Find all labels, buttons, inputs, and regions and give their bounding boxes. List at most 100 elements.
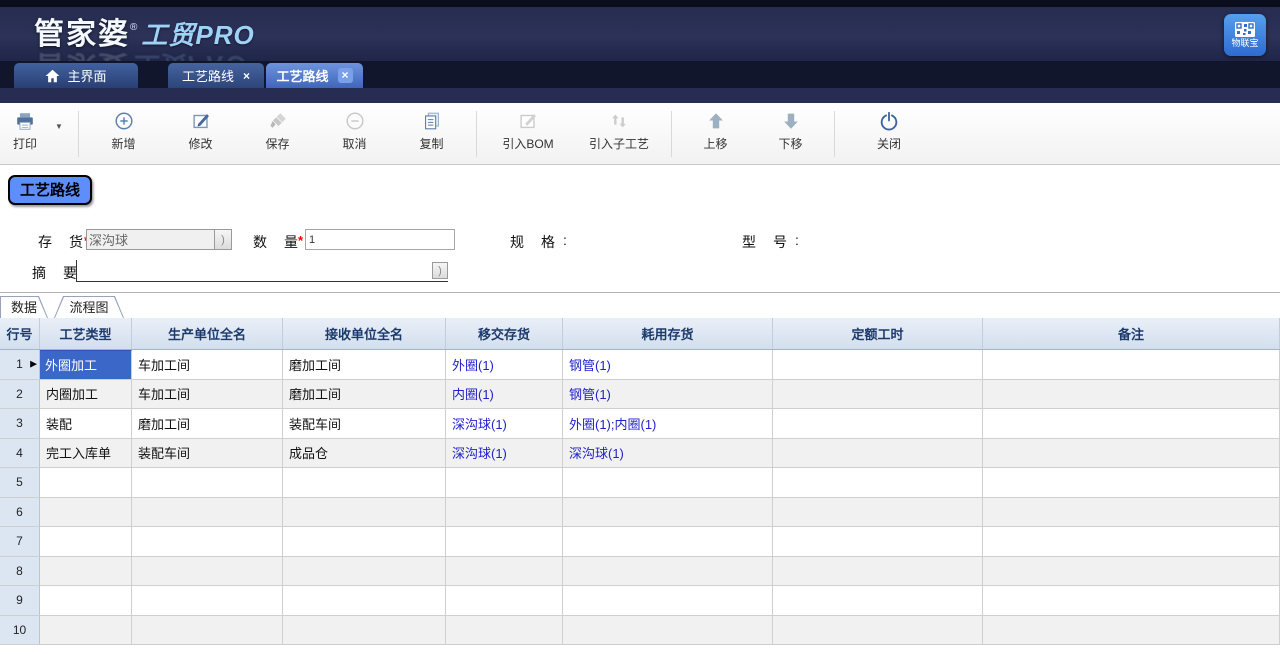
table-cell[interactable] <box>446 586 563 616</box>
table-cell[interactable]: 钢管(1) <box>563 350 773 380</box>
table-cell[interactable] <box>283 498 446 528</box>
import-bom-button[interactable]: 引入BOM <box>483 103 573 164</box>
table-cell[interactable] <box>40 468 132 498</box>
table-cell[interactable] <box>983 527 1280 557</box>
tab-main-screen[interactable]: 主界面 <box>14 63 138 88</box>
table-cell[interactable]: 外圈(1);内圈(1) <box>563 409 773 439</box>
save-button[interactable]: 保存 <box>239 103 316 164</box>
table-cell[interactable] <box>446 498 563 528</box>
table-cell[interactable] <box>983 616 1280 646</box>
row-number-cell[interactable]: 4 <box>0 439 40 469</box>
lookup-icon[interactable]: ) <box>432 262 448 279</box>
table-cell[interactable] <box>40 498 132 528</box>
quantity-input[interactable] <box>306 231 454 250</box>
table-cell[interactable] <box>773 380 983 410</box>
table-cell[interactable] <box>983 557 1280 587</box>
subtab-data[interactable]: 数据 <box>0 296 48 318</box>
table-cell[interactable] <box>40 557 132 587</box>
table-cell[interactable]: 深沟球(1) <box>563 439 773 469</box>
table-cell[interactable] <box>563 616 773 646</box>
table-cell[interactable] <box>983 350 1280 380</box>
table-cell[interactable] <box>40 616 132 646</box>
summary-input[interactable] <box>77 264 432 281</box>
table-cell[interactable] <box>563 586 773 616</box>
table-cell[interactable] <box>773 468 983 498</box>
table-cell[interactable]: 车加工间 <box>132 380 283 410</box>
table-cell[interactable] <box>132 468 283 498</box>
table-cell[interactable] <box>132 498 283 528</box>
table-cell[interactable] <box>563 527 773 557</box>
table-cell[interactable] <box>283 468 446 498</box>
table-cell[interactable] <box>132 586 283 616</box>
table-cell[interactable] <box>563 498 773 528</box>
table-cell[interactable] <box>446 468 563 498</box>
row-number-cell[interactable]: 2 <box>0 380 40 410</box>
table-cell[interactable]: 深沟球(1) <box>446 409 563 439</box>
row-number-cell[interactable]: 8 <box>0 557 40 587</box>
print-dropdown-arrow[interactable]: ▼ <box>46 103 72 164</box>
row-number-cell[interactable]: 10 <box>0 616 40 646</box>
table-cell[interactable] <box>983 498 1280 528</box>
table-cell[interactable]: 成品仓 <box>283 439 446 469</box>
table-cell[interactable]: 外圈(1) <box>446 350 563 380</box>
table-cell[interactable] <box>446 557 563 587</box>
table-cell[interactable]: 外圈加工 <box>40 350 132 380</box>
subtab-flowchart[interactable]: 流程图 <box>54 296 124 318</box>
table-cell[interactable] <box>132 557 283 587</box>
table-cell[interactable]: 钢管(1) <box>563 380 773 410</box>
table-cell[interactable] <box>773 409 983 439</box>
close-tab-icon[interactable]: × <box>243 69 250 83</box>
iot-treasure-button[interactable]: 物联宝 <box>1224 14 1266 56</box>
inventory-input[interactable] <box>87 230 214 249</box>
table-cell[interactable] <box>283 586 446 616</box>
table-cell[interactable] <box>40 586 132 616</box>
table-cell[interactable] <box>563 468 773 498</box>
table-cell[interactable] <box>983 409 1280 439</box>
table-cell[interactable]: 磨加工间 <box>283 380 446 410</box>
copy-button[interactable]: 复制 <box>393 103 470 164</box>
close-tab-icon[interactable]: × <box>338 68 353 83</box>
row-number-cell[interactable]: 5 <box>0 468 40 498</box>
table-cell[interactable] <box>132 616 283 646</box>
table-cell[interactable]: 内圈加工 <box>40 380 132 410</box>
table-cell[interactable] <box>446 616 563 646</box>
table-cell[interactable] <box>983 468 1280 498</box>
table-cell[interactable]: 装配 <box>40 409 132 439</box>
table-cell[interactable]: 磨加工间 <box>132 409 283 439</box>
table-cell[interactable] <box>773 439 983 469</box>
table-cell[interactable] <box>773 527 983 557</box>
import-sub-process-button[interactable]: 引入子工艺 <box>573 103 665 164</box>
table-cell[interactable] <box>563 557 773 587</box>
row-number-cell[interactable]: 7 <box>0 527 40 557</box>
print-button[interactable]: 打印 <box>4 103 46 164</box>
table-cell[interactable] <box>283 557 446 587</box>
add-button[interactable]: 新增 <box>85 103 162 164</box>
row-number-cell[interactable]: 6 <box>0 498 40 528</box>
table-cell[interactable] <box>773 616 983 646</box>
tab-process-route-1[interactable]: 工艺路线 × <box>168 63 264 88</box>
table-cell[interactable] <box>773 586 983 616</box>
move-down-button[interactable]: 下移 <box>753 103 828 164</box>
row-number-cell[interactable]: 3 <box>0 409 40 439</box>
lookup-icon[interactable]: ) <box>214 230 231 249</box>
table-cell[interactable] <box>983 380 1280 410</box>
table-cell[interactable] <box>40 527 132 557</box>
table-cell[interactable] <box>773 557 983 587</box>
tab-process-route-2-active[interactable]: 工艺路线 × <box>266 63 363 88</box>
table-cell[interactable]: 完工入库单 <box>40 439 132 469</box>
table-cell[interactable]: 磨加工间 <box>283 350 446 380</box>
table-cell[interactable] <box>983 439 1280 469</box>
table-cell[interactable] <box>983 586 1280 616</box>
table-cell[interactable]: 车加工间 <box>132 350 283 380</box>
table-cell[interactable] <box>283 616 446 646</box>
table-cell[interactable] <box>773 498 983 528</box>
move-up-button[interactable]: 上移 <box>678 103 753 164</box>
table-cell[interactable] <box>773 350 983 380</box>
table-cell[interactable]: 内圈(1) <box>446 380 563 410</box>
edit-button[interactable]: 修改 <box>162 103 239 164</box>
row-number-cell[interactable]: 9 <box>0 586 40 616</box>
table-cell[interactable]: 装配车间 <box>132 439 283 469</box>
cancel-button[interactable]: 取消 <box>316 103 393 164</box>
table-cell[interactable]: 深沟球(1) <box>446 439 563 469</box>
table-cell[interactable] <box>283 527 446 557</box>
